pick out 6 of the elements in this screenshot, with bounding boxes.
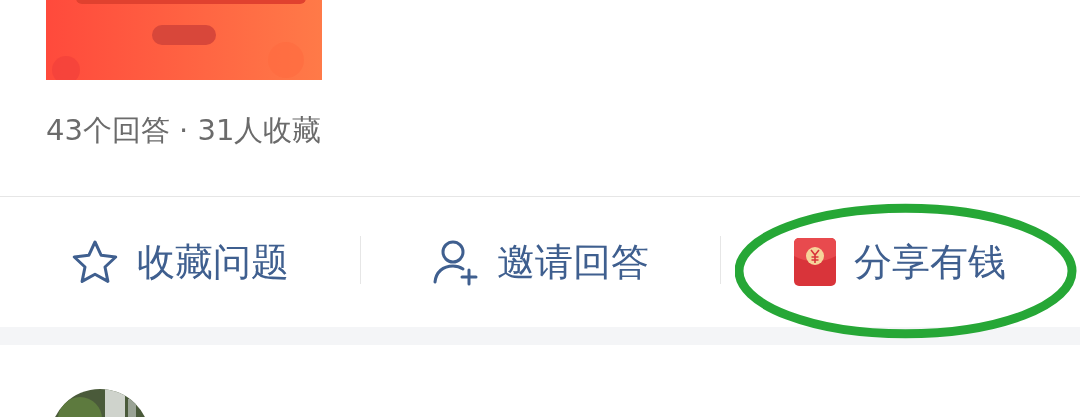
- action-button[interactable]: 邀请回答: [431, 236, 649, 288]
- envelope-icon: [794, 238, 836, 286]
- star-icon: [71, 239, 119, 285]
- add-user-icon: [431, 238, 479, 286]
- answer-stats: 43个回答 · 31人收藏: [46, 112, 323, 149]
- action-button[interactable]: 收藏问题: [71, 236, 289, 288]
